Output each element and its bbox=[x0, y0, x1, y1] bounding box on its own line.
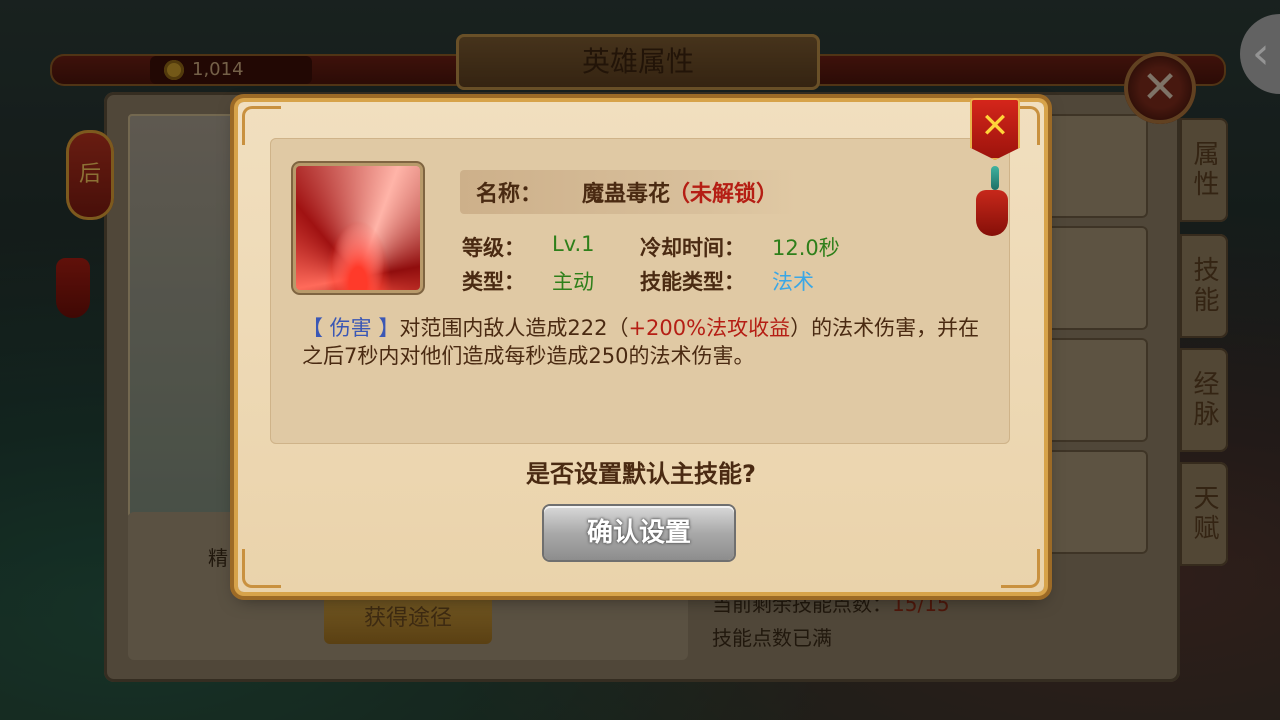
skill-lock-status: （未解锁） bbox=[668, 182, 779, 207]
type-value: 主动 bbox=[552, 270, 594, 294]
skill-type-value: 法术 bbox=[772, 270, 814, 294]
skill-name-label: 名称： bbox=[476, 182, 543, 207]
type-label: 类型： bbox=[462, 270, 525, 294]
close-icon[interactable]: ✕ bbox=[970, 98, 1020, 160]
cooldown-label: 冷却时间： bbox=[640, 236, 745, 260]
level-label: 等级： bbox=[462, 236, 525, 260]
skill-info-panel: 名称： 魔蛊毒花 （未解锁） 等级： Lv.1 冷却时间： 12.0秒 类型： … bbox=[270, 138, 1010, 444]
skill-name-value: 魔蛊毒花 bbox=[582, 182, 671, 207]
skill-description: 【 伤害 】对范围内敌人造成222（+200%法攻收益）的法术伤害，并在之后7秒… bbox=[302, 314, 982, 370]
tassel-icon bbox=[976, 190, 1008, 236]
skill-type-label: 技能类型： bbox=[640, 270, 745, 294]
skill-icon bbox=[296, 166, 420, 290]
skill-detail-modal: 名称： 魔蛊毒花 （未解锁） 等级： Lv.1 冷却时间： 12.0秒 类型： … bbox=[238, 102, 1044, 592]
level-value: Lv.1 bbox=[552, 232, 595, 256]
cooldown-value: 12.0秒 bbox=[772, 236, 840, 260]
tassel-bead-icon bbox=[991, 166, 999, 190]
confirm-setting-button[interactable]: 确认设置 bbox=[544, 506, 734, 560]
desc-part1: 对范围内敌人造成222（ bbox=[399, 316, 629, 340]
frame-corner bbox=[242, 549, 281, 588]
desc-tag: 【 伤害 】 bbox=[302, 316, 400, 340]
desc-bonus: +200%法攻收益 bbox=[628, 316, 791, 340]
confirm-question: 是否设置默认主技能? bbox=[526, 460, 756, 488]
frame-corner bbox=[1001, 549, 1040, 588]
